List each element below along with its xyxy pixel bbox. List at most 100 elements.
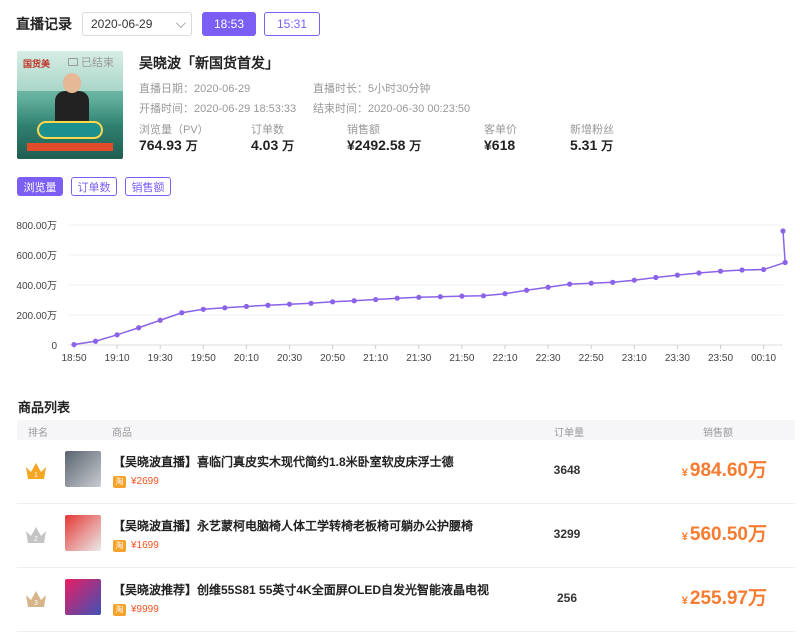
start-time: 开播时间：2020-06-29 18:53:33 <box>139 103 297 115</box>
data-point[interactable] <box>136 325 142 331</box>
y-tick-label: 200.00万 <box>16 311 57 322</box>
x-tick-label: 21:10 <box>363 353 388 364</box>
y-tick-label: 800.00万 <box>16 221 57 232</box>
data-point[interactable] <box>179 310 185 316</box>
tab-sales[interactable]: 销售额 <box>125 177 171 196</box>
data-point[interactable] <box>394 295 400 301</box>
date-value: 2020-06-29 <box>91 17 153 31</box>
y-tick-label: 600.00万 <box>16 251 57 262</box>
product-table-header: 排名 商品 订单量 销售额 <box>17 420 795 440</box>
taobao-icon: 淘 <box>113 604 126 616</box>
data-point[interactable] <box>653 274 659 281</box>
live-title: 吴晓波「新国货首发」 <box>139 55 279 71</box>
time-button-2[interactable]: 15:31 <box>264 12 320 36</box>
product-thumbnail[interactable] <box>65 579 101 615</box>
x-tick-label: 21:50 <box>449 353 474 364</box>
data-point[interactable] <box>330 299 336 305</box>
table-row[interactable]: 1 【吴晓波直播】喜临门真皮实木现代简约1.8米卧室软皮床浮士德 淘 ¥2699… <box>17 441 795 504</box>
taobao-icon: 淘 <box>113 476 126 488</box>
data-point[interactable] <box>588 280 594 286</box>
time-button-1[interactable]: 18:53 <box>202 12 256 36</box>
data-point[interactable] <box>567 281 573 287</box>
crown-icon: 3 <box>26 591 46 607</box>
date-select[interactable]: 2020-06-29 <box>82 12 192 36</box>
data-point[interactable] <box>437 294 443 300</box>
stat-value-new-fans: 5.31 万 <box>570 137 614 153</box>
data-point[interactable] <box>502 291 508 297</box>
live-duration: 直播时长：5小时30分钟 <box>313 83 431 95</box>
data-point[interactable] <box>780 228 786 234</box>
product-name[interactable]: 【吴晓波直播】永艺蒙柯电脑椅人体工学转椅老板椅可躺办公护腰椅 <box>113 517 473 534</box>
table-row[interactable]: 3 【吴晓波推荐】创维55S81 55英寸4K全面屏OLED自发光智能液晶电视 … <box>17 569 795 632</box>
product-sales: ¥560.50万 <box>681 524 767 545</box>
data-point[interactable] <box>222 305 228 311</box>
product-orders: 3648 <box>553 463 581 477</box>
svg-text:1: 1 <box>34 472 38 479</box>
data-point[interactable] <box>200 306 206 312</box>
x-tick-label: 22:10 <box>492 353 517 364</box>
data-point[interactable] <box>373 296 379 303</box>
data-point[interactable] <box>739 267 745 273</box>
x-tick-label: 19:50 <box>191 353 216 364</box>
data-point[interactable] <box>631 277 637 283</box>
data-point[interactable] <box>157 317 163 323</box>
taobao-icon: 淘 <box>113 540 126 552</box>
header-rank: 排名 <box>28 428 48 439</box>
data-point[interactable] <box>696 270 702 276</box>
x-tick-label: 18:50 <box>61 353 86 364</box>
data-point[interactable] <box>674 272 681 278</box>
product-thumbnail[interactable] <box>65 451 101 487</box>
data-point[interactable] <box>265 302 271 308</box>
product-price: ¥9999 <box>131 604 159 615</box>
data-point[interactable] <box>459 293 465 299</box>
svg-text:2: 2 <box>34 536 38 543</box>
data-point[interactable] <box>480 293 487 299</box>
product-price: ¥2699 <box>131 476 159 487</box>
svg-text:3: 3 <box>34 600 38 607</box>
video-icon <box>68 58 78 66</box>
x-tick-label: 23:10 <box>622 353 647 364</box>
product-name[interactable]: 【吴晓波推荐】创维55S81 55英寸4K全面屏OLED自发光智能液晶电视 <box>113 581 489 598</box>
data-point[interactable] <box>71 341 77 348</box>
header-orders: 订单量 <box>554 428 584 439</box>
tab-views[interactable]: 浏览量 <box>17 177 63 196</box>
data-point[interactable] <box>351 298 357 304</box>
product-orders: 3299 <box>553 527 581 541</box>
y-tick-label: 0 <box>51 341 57 352</box>
x-tick-label: 20:50 <box>320 353 345 364</box>
ended-label: 已结束 <box>81 57 114 69</box>
tab-orders[interactable]: 订单数 <box>71 177 117 196</box>
data-point[interactable] <box>782 259 788 266</box>
data-point[interactable] <box>308 300 314 306</box>
data-point[interactable] <box>523 287 530 293</box>
data-point[interactable] <box>243 303 249 310</box>
y-tick-label: 400.00万 <box>16 281 57 292</box>
data-point[interactable] <box>761 266 767 273</box>
x-tick-label: 19:10 <box>105 353 130 364</box>
table-row[interactable]: 2 【吴晓波直播】永艺蒙柯电脑椅人体工学转椅老板椅可躺办公护腰椅 淘 ¥1699… <box>17 505 795 568</box>
product-thumbnail[interactable] <box>65 515 101 551</box>
data-point[interactable] <box>545 284 551 290</box>
x-tick-label: 00:10 <box>751 353 776 364</box>
series-line <box>73 230 786 346</box>
product-list-title: 商品列表 <box>18 400 71 415</box>
data-point[interactable] <box>416 294 422 300</box>
x-tick-label: 23:50 <box>708 353 733 364</box>
live-date: 直播日期：2020-06-29 <box>139 83 251 95</box>
ended-badge: 已结束 <box>68 54 114 70</box>
views-line-chart: 0 200.00万 400.00万 600.00万 800.00万 18:50 19:10 1… <box>16 221 788 364</box>
product-name[interactable]: 【吴晓波直播】喜临门真皮实木现代简约1.8米卧室软皮床浮士德 <box>113 453 454 470</box>
stat-value-unit-price: ¥618 <box>484 137 516 153</box>
product-sales: ¥984.60万 <box>681 460 767 481</box>
stat-value-pv: 764.93 万 <box>139 137 198 153</box>
stat-value-orders: 4.03 万 <box>251 137 295 153</box>
crown-icon: 1 <box>26 463 46 479</box>
stat-label-sales: 销售额 <box>347 124 380 136</box>
product-price: ¥1699 <box>131 540 159 551</box>
stat-value-sales: ¥2492.58 万 <box>347 137 422 153</box>
data-point[interactable] <box>114 332 120 338</box>
data-point[interactable] <box>717 268 724 274</box>
data-point[interactable] <box>286 301 293 307</box>
data-point[interactable] <box>92 338 99 344</box>
data-point[interactable] <box>610 279 616 285</box>
